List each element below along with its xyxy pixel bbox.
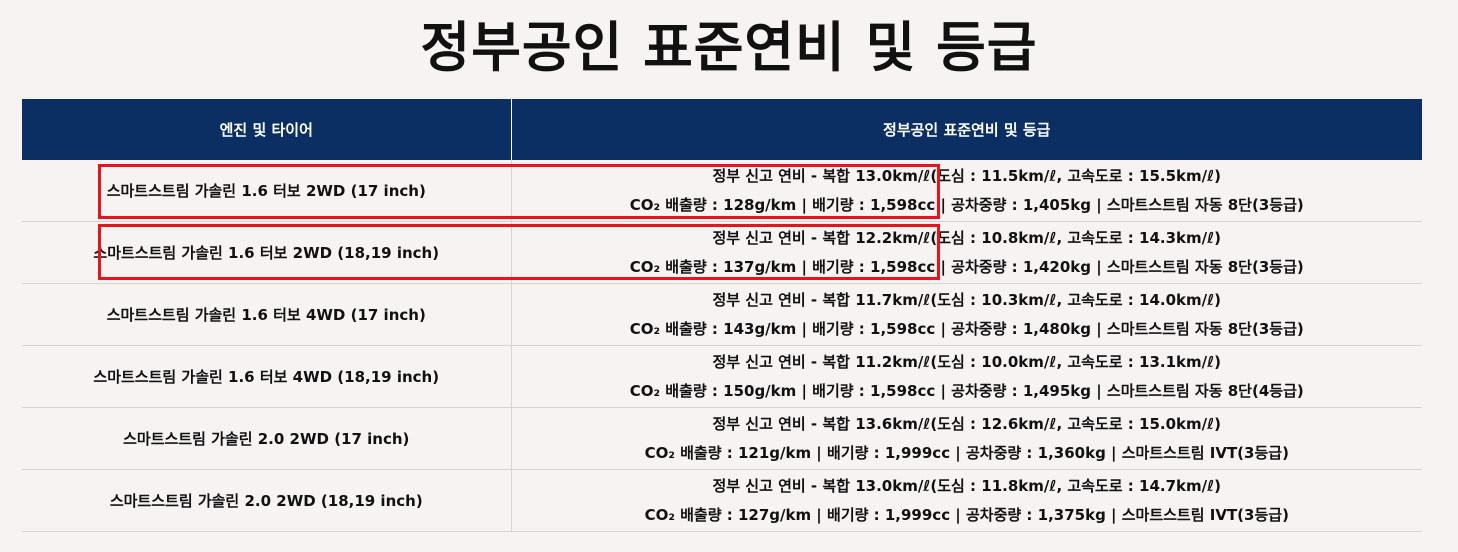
- engine-cell: 스마트스트림 가솔린 1.6 터보 2WD (18,19 inch): [22, 221, 511, 284]
- header-fuel-efficiency: 정부공인 표준연비 및 등급: [510, 99, 1422, 160]
- emission-line: CO₂ 배출량 : 121g/km | 배기량 : 1,999cc | 공차중량…: [644, 443, 1289, 462]
- emission-line: CO₂ 배출량 : 143g/km | 배기량 : 1,598cc | 공차중량…: [629, 319, 1304, 338]
- efficiency-line: 정부 신고 연비 - 복합 12.2km/ℓ(도심 : 10.8km/ℓ, 고속…: [712, 228, 1222, 247]
- efficiency-cell: 정부 신고 연비 - 복합 13.0km/ℓ(도심 : 11.5km/ℓ, 고속…: [510, 160, 1422, 222]
- table-row: 스마트스트림 가솔린 1.6 터보 2WD (17 inch) 정부 신고 연비…: [22, 160, 1422, 222]
- efficiency-cell: 정부 신고 연비 - 복합 13.6km/ℓ(도심 : 12.6km/ℓ, 고속…: [510, 407, 1422, 470]
- page-title: 정부공인 표준연비 및 등급: [420, 16, 1038, 79]
- table-row: 스마트스트림 가솔린 1.6 터보 4WD (17 inch) 정부 신고 연비…: [22, 283, 1422, 346]
- efficiency-line: 정부 신고 연비 - 복합 13.6km/ℓ(도심 : 12.6km/ℓ, 고속…: [712, 414, 1222, 433]
- efficiency-cell: 정부 신고 연비 - 복합 11.2km/ℓ(도심 : 10.0km/ℓ, 고속…: [510, 345, 1422, 408]
- efficiency-line: 정부 신고 연비 - 복합 11.2km/ℓ(도심 : 10.0km/ℓ, 고속…: [712, 352, 1222, 371]
- table-row: 스마트스트림 가솔린 2.0 2WD (17 inch) 정부 신고 연비 - …: [22, 407, 1422, 470]
- emission-line: CO₂ 배출량 : 137g/km | 배기량 : 1,598cc | 공차중량…: [629, 257, 1304, 276]
- efficiency-cell: 정부 신고 연비 - 복합 13.0km/ℓ(도심 : 11.8km/ℓ, 고속…: [510, 469, 1422, 532]
- emission-line: CO₂ 배출량 : 150g/km | 배기량 : 1,598cc | 공차중량…: [629, 381, 1304, 400]
- table-row: 스마트스트림 가솔린 1.6 터보 4WD (18,19 inch) 정부 신고…: [22, 345, 1422, 408]
- engine-cell: 스마트스트림 가솔린 1.6 터보 4WD (18,19 inch): [22, 345, 511, 408]
- emission-line: CO₂ 배출량 : 127g/km | 배기량 : 1,999cc | 공차중량…: [644, 505, 1289, 524]
- engine-cell: 스마트스트림 가솔린 1.6 터보 4WD (17 inch): [22, 283, 511, 346]
- header-engine-tire: 엔진 및 타이어: [22, 99, 511, 160]
- table-row: 스마트스트림 가솔린 1.6 터보 2WD (18,19 inch) 정부 신고…: [22, 221, 1422, 284]
- engine-cell: 스마트스트림 가솔린 2.0 2WD (17 inch): [22, 407, 511, 470]
- efficiency-line: 정부 신고 연비 - 복합 11.7km/ℓ(도심 : 10.3km/ℓ, 고속…: [712, 290, 1222, 309]
- emission-line: CO₂ 배출량 : 128g/km | 배기량 : 1,598cc | 공차중량…: [629, 195, 1304, 214]
- engine-cell: 스마트스트림 가솔린 2.0 2WD (18,19 inch): [22, 469, 511, 532]
- table-header-row: 엔진 및 타이어 정부공인 표준연비 및 등급: [22, 99, 1422, 160]
- efficiency-line: 정부 신고 연비 - 복합 13.0km/ℓ(도심 : 11.5km/ℓ, 고속…: [712, 166, 1222, 185]
- efficiency-line: 정부 신고 연비 - 복합 13.0km/ℓ(도심 : 11.8km/ℓ, 고속…: [712, 476, 1222, 495]
- engine-cell: 스마트스트림 가솔린 1.6 터보 2WD (17 inch): [22, 160, 511, 222]
- efficiency-cell: 정부 신고 연비 - 복합 11.7km/ℓ(도심 : 10.3km/ℓ, 고속…: [510, 283, 1422, 346]
- efficiency-cell: 정부 신고 연비 - 복합 12.2km/ℓ(도심 : 10.8km/ℓ, 고속…: [510, 221, 1422, 284]
- fuel-efficiency-table: 엔진 및 타이어 정부공인 표준연비 및 등급 스마트스트림 가솔린 1.6 터…: [22, 99, 1422, 532]
- table-row: 스마트스트림 가솔린 2.0 2WD (18,19 inch) 정부 신고 연비…: [22, 469, 1422, 532]
